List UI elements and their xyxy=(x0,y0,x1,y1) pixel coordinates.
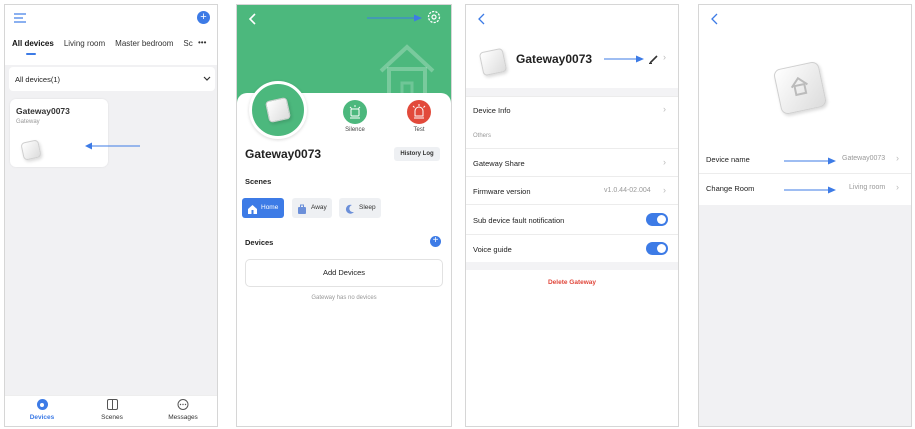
gateway-device-icon xyxy=(264,96,292,124)
device-name-row[interactable]: Device name Gateway0073 › xyxy=(699,145,911,173)
test-label: Test xyxy=(413,127,425,133)
tab-sc[interactable]: Sc xyxy=(183,39,192,48)
scene-away-button[interactable]: Away xyxy=(292,198,332,218)
silence-label: Silence xyxy=(345,127,365,133)
bottom-nav: Devices Scenes Messages xyxy=(5,395,217,426)
add-devices-button[interactable]: Add Devices xyxy=(245,259,443,287)
chevron-right-icon: › xyxy=(663,185,666,195)
gateway-share-row[interactable]: Gateway Share › xyxy=(466,148,678,177)
scene-sleep-label: Sleep xyxy=(359,204,376,211)
sub-fault-label: Sub device fault notification xyxy=(473,216,565,225)
device-info-row[interactable]: Device Info › xyxy=(466,96,678,125)
scenes-icon xyxy=(106,399,118,410)
scene-home-label: Home xyxy=(261,204,279,211)
back-icon[interactable] xyxy=(248,13,256,25)
devices-icon xyxy=(36,399,48,410)
device-card[interactable]: Gateway0073 Gateway xyxy=(10,99,108,167)
back-icon[interactable] xyxy=(477,13,485,25)
annotation-arrow xyxy=(604,55,644,63)
nav-scenes-label: Scenes xyxy=(101,414,123,421)
voice-guide-toggle[interactable] xyxy=(646,242,668,255)
sub-fault-toggle[interactable] xyxy=(646,213,668,226)
menu-icon[interactable] xyxy=(14,13,27,23)
room-filter[interactable]: All devices(1) xyxy=(9,67,215,91)
home-icon xyxy=(248,203,257,214)
tab-all-devices[interactable]: All devices xyxy=(12,39,54,48)
history-log-button[interactable]: History Log xyxy=(394,147,440,161)
back-icon[interactable] xyxy=(710,13,718,25)
chevron-down-icon xyxy=(203,76,211,81)
device-name-value: Gateway0073 xyxy=(842,155,886,162)
gateway-device-icon xyxy=(478,47,508,77)
chevron-right-icon: › xyxy=(896,182,899,192)
away-icon xyxy=(297,203,307,223)
nav-messages-label: Messages xyxy=(168,414,198,421)
nav-messages[interactable]: Messages xyxy=(153,399,213,421)
chevron-right-icon: › xyxy=(663,104,666,114)
device-title: Gateway0073 xyxy=(245,147,322,161)
nav-devices-label: Devices xyxy=(29,414,55,421)
firmware-label: Firmware version xyxy=(473,187,531,196)
test-button[interactable] xyxy=(407,100,431,124)
tab-master-bedroom[interactable]: Master bedroom xyxy=(115,39,173,48)
bell-silence-icon xyxy=(349,105,361,119)
gateway-device-icon xyxy=(20,139,42,161)
change-room-value: Living room xyxy=(849,184,886,191)
alarm-icon xyxy=(412,104,426,119)
device-type: Gateway xyxy=(16,119,40,125)
section-gap xyxy=(466,88,678,96)
moon-icon xyxy=(345,203,355,223)
change-room-label: Change Room xyxy=(706,184,755,193)
scenes-heading: Scenes xyxy=(245,177,272,186)
voice-guide-row: Voice guide xyxy=(466,234,678,263)
annotation-arrow xyxy=(784,186,836,194)
device-title: Gateway0073 xyxy=(516,52,593,66)
add-device-button[interactable]: + xyxy=(197,11,210,24)
annotation-arrow xyxy=(85,142,140,150)
section-gap xyxy=(466,262,678,270)
nav-devices[interactable]: Devices xyxy=(12,399,72,421)
gateway-settings-screen: Gateway0073 › Device Info › Others Gatew… xyxy=(465,4,679,427)
more-tabs-button[interactable]: ••• xyxy=(195,38,207,47)
filter-label: All devices(1) xyxy=(15,75,61,84)
chevron-right-icon: › xyxy=(896,153,899,163)
settings-gear-icon[interactable] xyxy=(427,10,441,24)
firmware-row[interactable]: Firmware version v1.0.44-02.004 › xyxy=(466,176,678,205)
chevron-right-icon: › xyxy=(663,157,666,167)
tab-living-room[interactable]: Living room xyxy=(64,39,105,48)
others-section-label: Others xyxy=(473,133,492,139)
device-avatar xyxy=(249,81,307,139)
scene-away-label: Away xyxy=(311,204,327,211)
add-sub-device-button[interactable]: + xyxy=(430,236,441,247)
device-name: Gateway0073 xyxy=(16,106,70,116)
gateway-panel-screen: Silence Test Gateway0073 History Log Sce… xyxy=(236,4,452,427)
change-room-row[interactable]: Change Room Living room › xyxy=(699,173,911,202)
gateway-device-image xyxy=(772,60,828,116)
messages-icon xyxy=(177,399,189,410)
device-info-label: Device Info xyxy=(473,106,511,115)
empty-note: Gateway has no devices xyxy=(311,295,377,301)
edit-pencil-icon[interactable] xyxy=(649,54,659,64)
firmware-value: v1.0.44-02.004 xyxy=(604,187,651,194)
voice-guide-label: Voice guide xyxy=(473,245,512,254)
device-name-label: Device name xyxy=(706,155,750,164)
active-tab-indicator xyxy=(26,53,36,55)
device-details-screen: Device name Gateway0073 › Change Room Li… xyxy=(698,4,912,427)
devices-screen: + All devices Living room Master bedroom… xyxy=(4,4,218,427)
sub-fault-row: Sub device fault notification xyxy=(466,204,678,235)
scene-home-button[interactable]: Home xyxy=(242,198,284,218)
devices-heading: Devices xyxy=(245,238,274,247)
house-logo-icon xyxy=(790,76,808,97)
chevron-right-icon: › xyxy=(663,52,666,62)
gateway-share-label: Gateway Share xyxy=(473,159,525,168)
top-bar xyxy=(5,5,217,65)
delete-gateway-button[interactable]: Delete Gateway xyxy=(466,270,678,296)
scene-sleep-button[interactable]: Sleep xyxy=(339,198,381,218)
nav-scenes[interactable]: Scenes xyxy=(82,399,142,421)
annotation-arrow xyxy=(784,157,836,165)
annotation-arrow xyxy=(367,14,422,22)
silence-button[interactable] xyxy=(343,100,367,124)
